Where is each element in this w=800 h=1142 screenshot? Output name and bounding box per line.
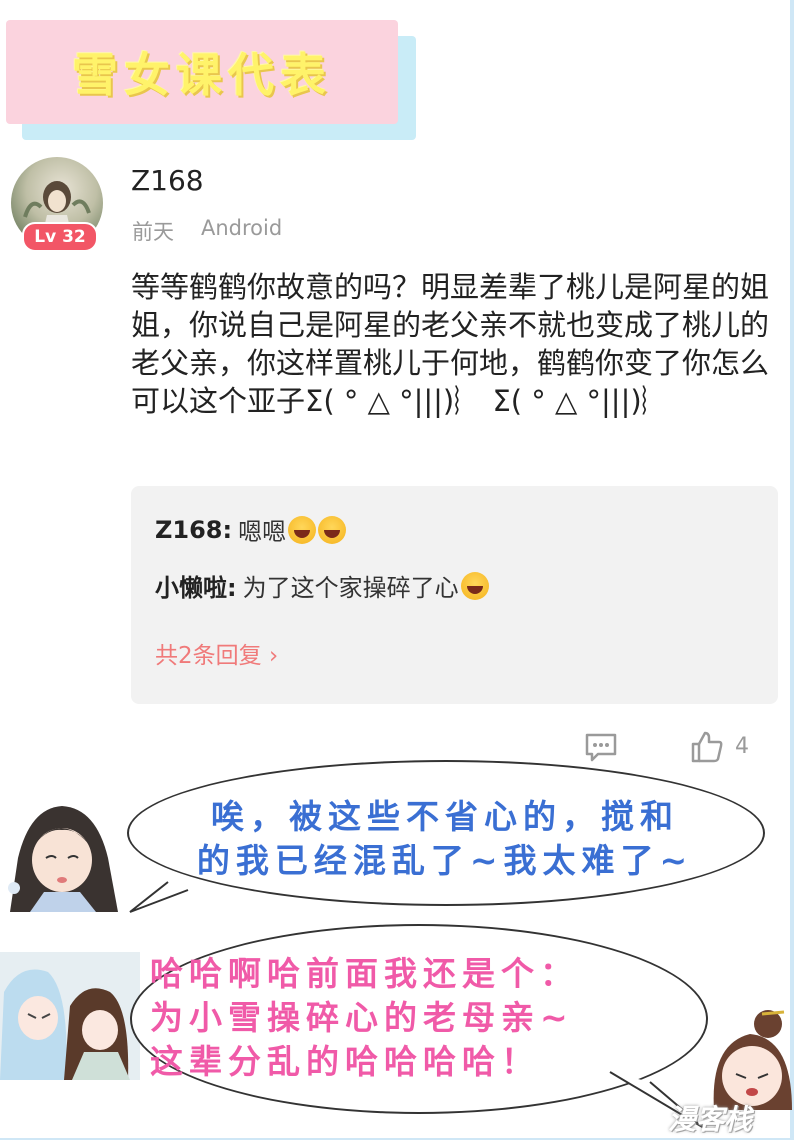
speech-line: 的我已经混乱了~我太难了~ [196,841,694,880]
reply-item: 小懒啦: 为了这个家操碎了心 [155,568,489,603]
reply-text: 为了这个家操碎了心 [242,574,459,602]
banner-title: 雪女课代表 [72,48,332,102]
reply-user[interactable]: 小懒啦: [155,568,237,603]
speech-text-top: 唉，被这些不省心的，搅和 的我已经混乱了~我太难了~ [150,795,740,883]
speech-line: 这辈分乱的哈哈哈哈！ [150,1042,540,1081]
reply-user[interactable]: Z168: [155,516,232,544]
character-illustration-duo [0,952,140,1080]
grin-emoji-icon [460,571,489,600]
level-badge: Lv 32 [22,222,98,252]
reply-text: 嗯嗯 [238,518,287,546]
laugh-emoji-icon [318,515,347,544]
thumbs-up-icon[interactable] [690,730,724,768]
watermark-logo: 漫客栈 [668,1103,753,1136]
like-count: 4 [735,734,749,759]
speech-line: 唉，被这些不省心的，搅和 [211,797,679,836]
more-replies-link[interactable]: 共2条回复 › [155,636,278,670]
comment-icon[interactable] [584,730,618,768]
banner: 雪女课代表 [6,20,398,124]
comment-device: Android [201,216,283,240]
reply-box[interactable]: Z168: 嗯嗯 小懒啦: 为了这个家操碎了心 共2条回复 › [131,486,778,704]
speech-line: 哈哈啊哈前面我还是个： [150,954,579,993]
reply-item: Z168: 嗯嗯 [155,512,347,547]
speech-bubble-tail-top [129,881,189,913]
character-illustration-right [700,1004,800,1110]
speech-line: 为小雪操碎心的老母亲~ [150,998,574,1037]
comment-text: 等等鹤鹤你故意的吗？明显差辈了桃儿是阿星的姐姐，你说自己是阿星的老父亲不就也变成… [131,270,770,418]
character-illustration-left [0,788,130,912]
laugh-emoji-icon [288,515,317,544]
speech-text-bottom: 哈哈啊哈前面我还是个： 为小雪操碎心的老母亲~ 这辈分乱的哈哈哈哈！ [150,952,670,1084]
comment-username[interactable]: Z168 [131,164,204,197]
comment-time: 前天 [132,220,174,244]
